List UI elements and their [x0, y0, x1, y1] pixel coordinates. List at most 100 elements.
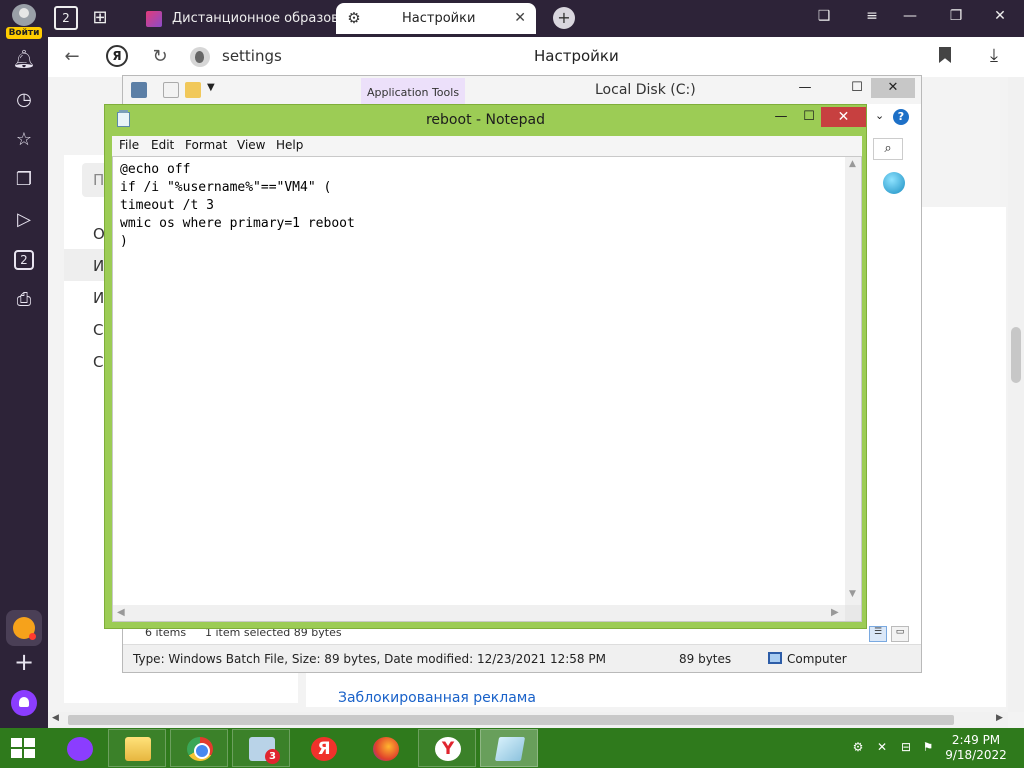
counter-icon[interactable]: 2 [14, 250, 34, 270]
file-explorer-taskbar-button[interactable] [108, 729, 166, 767]
notepad-content[interactable]: @echo off if /i "%username%"=="VM4" ( ti… [120, 161, 355, 251]
notepad-maximize-icon[interactable]: ☐ [795, 107, 823, 127]
network-settings-icon[interactable]: ⚙ [850, 740, 866, 754]
tab-count-icon[interactable]: 2 [54, 6, 78, 30]
download-icon[interactable]: ⤓ [990, 45, 998, 66]
tab-settings[interactable]: ⚙ Настройки ✕ [336, 3, 536, 34]
tab-distance-education[interactable]: Дистанционное образова [136, 3, 336, 34]
settings-menu-item[interactable]: П [93, 171, 104, 189]
avatar [12, 4, 36, 26]
star-icon[interactable]: ☆ [12, 128, 36, 152]
alice-icon [67, 737, 93, 761]
settings-menu-item[interactable]: С [93, 353, 103, 371]
page-vertical-scrollbar[interactable] [1008, 77, 1024, 712]
add-sidebar-app-icon[interactable]: + [12, 650, 36, 674]
mail-app-icon[interactable] [6, 610, 42, 646]
play-icon[interactable]: ▷ [12, 208, 36, 232]
new-folder-icon[interactable] [185, 82, 201, 98]
close-window-icon[interactable]: ✕ [988, 8, 1012, 24]
chrome-taskbar-button[interactable] [170, 729, 228, 767]
address-bar: ← Я ↻ settings Настройки ⤓ [48, 37, 1024, 77]
bell-icon[interactable]: 🔔︎ [12, 48, 36, 72]
history-icon[interactable]: ◷ [12, 88, 36, 112]
network-icon[interactable]: ⊟ [898, 740, 914, 754]
firefox-taskbar-button[interactable] [356, 729, 414, 767]
details-view-icon[interactable]: ☰ [869, 626, 887, 642]
tabs-menu-icon[interactable]: ❑ [812, 8, 836, 24]
page-title: Настройки [534, 47, 619, 65]
folder-icon [125, 737, 151, 761]
menu-edit[interactable]: Edit [151, 138, 174, 152]
alice-assistant-icon[interactable] [11, 690, 37, 716]
resize-grip-icon[interactable] [845, 605, 861, 621]
tab-bar: 2 ⊞ Дистанционное образова ⚙ Настройки ✕… [48, 0, 1024, 37]
profile-button[interactable]: Войти [6, 4, 42, 39]
settings-menu-item[interactable]: И [93, 257, 104, 275]
volume-muted-icon[interactable]: ✕ [874, 740, 890, 754]
menu-file[interactable]: File [119, 138, 139, 152]
tab-application-tools[interactable]: Application Tools [361, 78, 466, 106]
url-field[interactable]: settings [222, 47, 282, 65]
scroll-up-icon[interactable]: ▲ [849, 159, 856, 169]
bookmark-icon[interactable] [939, 47, 951, 63]
scroll-thumb[interactable] [68, 715, 954, 725]
help-icon[interactable]: ? [893, 109, 909, 125]
scroll-right-icon[interactable]: ▶ [996, 713, 1003, 723]
notepad-vertical-scrollbar[interactable]: ▲ ▼ [845, 157, 861, 605]
notepad-close-icon[interactable]: ✕ [821, 107, 866, 127]
scroll-right-icon[interactable]: ▶ [831, 607, 839, 618]
restore-icon[interactable]: ❐ [944, 8, 968, 24]
yandex-home-button[interactable]: Я [106, 45, 128, 67]
search-icon[interactable]: ⌕ [873, 138, 903, 160]
ribbon-expand-icon[interactable]: ⌄ [875, 109, 884, 122]
new-tab-button[interactable]: + [553, 7, 575, 29]
menu-view[interactable]: View [237, 138, 265, 152]
system-clock[interactable]: 2:49 PM 9/18/2022 [936, 733, 1016, 763]
explorer-app-icon[interactable] [131, 82, 147, 98]
properties-icon[interactable] [163, 82, 179, 98]
settings-menu-item[interactable]: И [93, 289, 104, 307]
notifications-flag-icon[interactable]: ⚑ [920, 740, 936, 754]
site-favicon-icon [146, 11, 162, 27]
screenshot-icon[interactable]: ⎙ [12, 288, 36, 312]
tab-title: Настройки [402, 11, 476, 26]
back-button[interactable]: ← [60, 45, 84, 69]
explorer-close-icon[interactable]: ✕ [871, 78, 915, 98]
scroll-left-icon[interactable]: ◀ [52, 713, 59, 723]
notepad-text-area[interactable]: @echo off if /i "%username%"=="VM4" ( ti… [112, 156, 862, 622]
menu-icon[interactable]: ≡ [860, 8, 884, 24]
new-tab-group-icon[interactable]: ⊞ [88, 6, 112, 30]
explorer-minimize-icon[interactable]: — [783, 78, 827, 98]
notepad-taskbar-button[interactable] [480, 729, 538, 767]
file-details: Type: Windows Batch File, Size: 89 bytes… [133, 652, 606, 666]
site-info-icon[interactable] [190, 47, 210, 67]
menu-format[interactable]: Format [185, 138, 227, 152]
magnifier-taskbar-button[interactable]: 3 [232, 729, 290, 767]
collections-icon[interactable]: ❐ [12, 168, 36, 192]
notepad-titlebar[interactable]: reboot - Notepad — ☐ ✕ [105, 105, 866, 133]
reload-button[interactable]: ↻ [148, 45, 172, 69]
yandex-browser-taskbar-button[interactable]: Y [418, 729, 476, 767]
page-horizontal-scrollbar[interactable]: ◀ ▶ [48, 712, 1008, 728]
firefox-icon [373, 737, 399, 761]
file-size: 89 bytes [679, 652, 732, 666]
yandex-taskbar-button[interactable]: Я [294, 729, 352, 767]
notepad-minimize-icon[interactable]: — [767, 107, 795, 127]
settings-menu-item[interactable]: С [93, 321, 103, 339]
notepad-menu-bar: File Edit Format View Help [112, 136, 862, 156]
notepad-window: reboot - Notepad — ☐ ✕ File Edit Format … [104, 104, 867, 629]
close-tab-icon[interactable]: ✕ [514, 3, 526, 34]
explorer-titlebar: ▼ Application Tools Local Disk (C:) — ☐ … [123, 76, 921, 106]
qat-dropdown-icon[interactable]: ▼ [207, 82, 215, 93]
yandex-alice-taskbar-button[interactable] [50, 729, 108, 767]
large-icons-view-icon[interactable]: ▭ [891, 626, 909, 642]
notepad-icon [494, 737, 526, 761]
notepad-horizontal-scrollbar[interactable]: ◀ ▶ [113, 605, 845, 621]
menu-help[interactable]: Help [276, 138, 303, 152]
minimize-icon[interactable]: — [898, 8, 922, 24]
scroll-left-icon[interactable]: ◀ [117, 607, 125, 618]
scroll-down-icon[interactable]: ▼ [849, 589, 856, 599]
blocked-ads-link[interactable]: Заблокированная реклама [338, 690, 536, 706]
scroll-thumb[interactable] [1011, 327, 1021, 383]
windows-start-icon[interactable] [11, 738, 37, 760]
